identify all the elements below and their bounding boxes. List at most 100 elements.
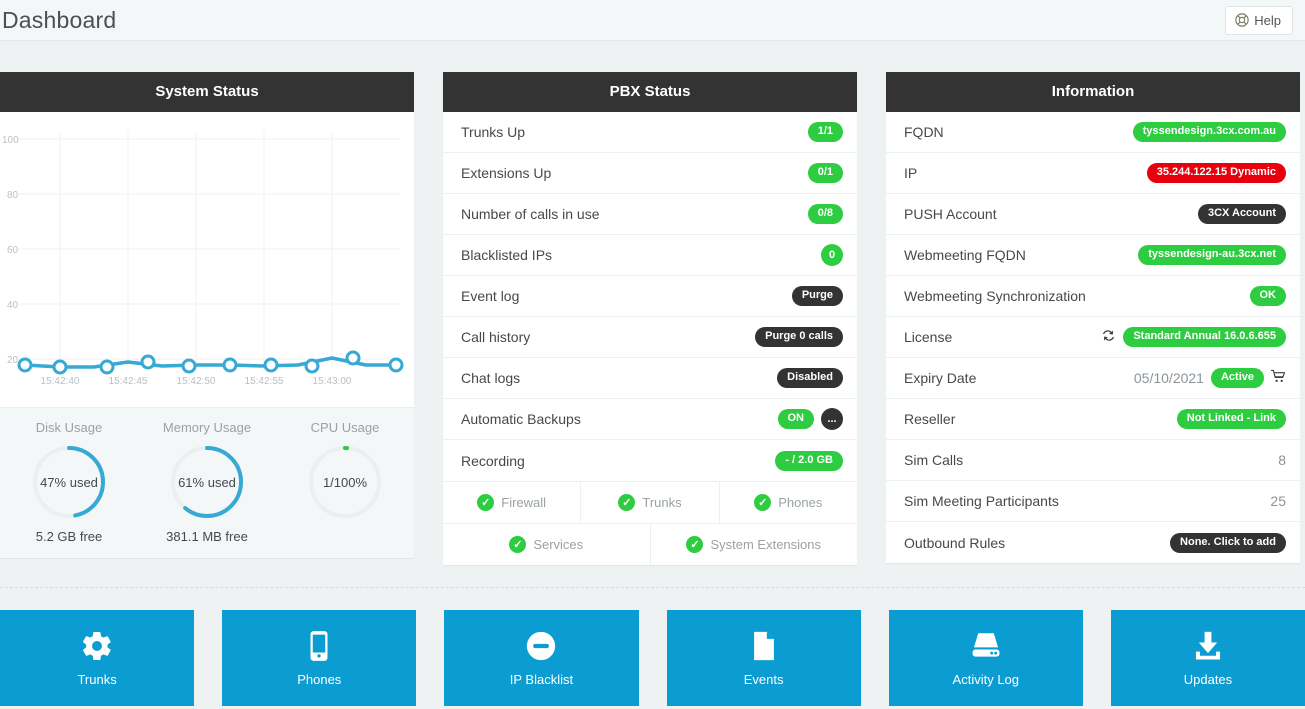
license-badge[interactable]: Standard Annual 16.0.6.655 — [1123, 327, 1286, 347]
row-value: Purge — [791, 286, 843, 306]
tile-phones[interactable]: Phones — [222, 610, 417, 706]
table-row: Webmeeting FQDN tyssendesign-au.3cx.net — [886, 235, 1300, 276]
svg-text:15:42:55: 15:42:55 — [245, 376, 284, 387]
row-label: Outbound Rules — [904, 534, 1006, 551]
push-account-badge[interactable]: 3CX Account — [1197, 204, 1286, 224]
usage-gauges: Disk Usage 47% used 5.2 GB free Memory U… — [0, 407, 414, 558]
tile-label: Trunks — [77, 672, 117, 687]
status-badge[interactable]: OK — [1249, 286, 1286, 306]
row-value: OK — [1249, 286, 1286, 306]
row-value: 35.244.122.15 Dynamic — [1146, 163, 1286, 183]
gauge-subtext: 5.2 GB free — [35, 529, 103, 544]
service-item-system-extensions[interactable]: ✓ System Extensions — [651, 524, 858, 565]
service-status-row: ✓ Services ✓ System Extensions — [443, 524, 857, 565]
system-status-chart: 100 80 60 40 20 15:42:40 15:42:45 15:42:… — [0, 112, 414, 407]
status-badge[interactable]: 0/1 — [807, 163, 843, 183]
ip-badge[interactable]: 35.244.122.15 Dynamic — [1146, 163, 1286, 183]
pbx-status-rows: Trunks Up 1/1 Extensions Up 0/1 Number o… — [443, 112, 857, 481]
svg-text:40: 40 — [7, 300, 19, 311]
expiry-date-value: 05/10/2021 — [1133, 370, 1204, 386]
status-badge[interactable]: Disabled — [777, 368, 843, 388]
table-row: Sim Calls 8 — [886, 440, 1300, 481]
row-value: - / 2.0 GB — [775, 450, 843, 471]
row-label: Trunks Up — [461, 124, 526, 140]
tile-updates[interactable]: Updates — [1110, 610, 1305, 706]
gauge-value: 47% used — [40, 474, 98, 490]
row-label: Automatic Backups — [461, 411, 581, 427]
tile-ip-blacklist[interactable]: IP Blacklist — [444, 610, 639, 706]
help-button-label: Help — [1254, 12, 1281, 28]
tile-events[interactable]: Events — [666, 610, 861, 706]
page-title: Dashboard — [2, 6, 117, 33]
status-badge[interactable]: 1/1 — [807, 122, 843, 142]
status-badge[interactable]: 0/8 — [807, 204, 843, 224]
row-label: Call history — [461, 329, 531, 345]
gauge-disk-usage: Disk Usage 47% used 5.2 GB free — [0, 420, 138, 544]
table-row: IP 35.244.122.15 Dynamic — [886, 153, 1300, 194]
service-item-firewall[interactable]: ✓ Firewall — [443, 482, 582, 523]
lifebuoy-icon — [1235, 13, 1249, 27]
information-rows: FQDN tyssendesign.3cx.com.au IP 35.244.1… — [886, 112, 1300, 563]
service-label: Trunks — [642, 495, 682, 510]
tile-activity-log[interactable]: Activity Log — [888, 610, 1083, 706]
panel-title-system-status: System Status — [0, 72, 414, 112]
service-label: Services — [533, 537, 584, 552]
table-row: Sim Meeting Participants 25 — [886, 481, 1300, 522]
gauge-title: CPU Usage — [310, 420, 380, 435]
row-label: Event log — [461, 288, 520, 304]
tile-trunks[interactable]: Trunks — [0, 610, 195, 706]
backups-toggle-badge[interactable]: ON — [777, 409, 814, 429]
row-label: Sim Meeting Participants — [904, 493, 1059, 509]
document-icon — [747, 629, 781, 663]
service-item-trunks[interactable]: ✓ Trunks — [581, 482, 720, 523]
cart-icon[interactable] — [1270, 369, 1286, 387]
table-row: Chat logs Disabled — [443, 358, 857, 399]
row-value: 05/10/2021 Active — [1134, 368, 1286, 388]
gauge-memory-usage: Memory Usage 61% used 381.1 MB free — [138, 420, 276, 544]
table-row: Reseller Not Linked - Link — [886, 399, 1300, 440]
panel-title-pbx-status: PBX Status — [443, 72, 857, 112]
panels-container: System Status 100 80 60 40 20 15:42:40 1… — [0, 41, 1305, 565]
gauge-cpu-usage: CPU Usage 1/100% — [276, 420, 414, 544]
reseller-link-badge[interactable]: Not Linked - Link — [1176, 409, 1286, 429]
status-badge[interactable]: - / 2.0 GB — [775, 450, 843, 471]
webmeeting-fqdn-badge[interactable]: tyssendesign-au.3cx.net — [1138, 245, 1286, 265]
check-circle-icon: ✓ — [618, 494, 636, 511]
row-label: Number of calls in use — [461, 206, 600, 222]
mobile-phone-icon — [302, 629, 336, 663]
status-badge[interactable]: Active — [1210, 368, 1264, 388]
row-label: Expiry Date — [904, 370, 977, 386]
gauge-ring: 1/100% — [306, 443, 384, 521]
table-row: Blacklisted IPs 0 — [443, 235, 857, 276]
service-label: System Extensions — [710, 537, 822, 552]
sim-meeting-participants-value: 25 — [1270, 493, 1286, 509]
refresh-icon[interactable] — [1101, 328, 1116, 346]
download-icon — [1191, 629, 1225, 663]
service-status-grid: ✓ Firewall ✓ Trunks ✓ Phones ✓ Services — [443, 481, 857, 565]
table-row: Number of calls in use 0/8 — [443, 194, 857, 235]
backups-more-button[interactable]: ... — [821, 408, 843, 430]
chart-svg: 100 80 60 40 20 15:42:40 15:42:45 15:42:… — [2, 132, 404, 387]
help-button[interactable]: Help — [1225, 5, 1293, 35]
gauge-title: Memory Usage — [162, 420, 252, 435]
svg-text:60: 60 — [7, 245, 19, 256]
row-label: Blacklisted IPs — [461, 247, 553, 263]
purge-event-log-button[interactable]: Purge — [791, 286, 843, 306]
fqdn-badge[interactable]: tyssendesign.3cx.com.au — [1132, 122, 1286, 142]
tile-label: Updates — [1183, 672, 1233, 687]
service-item-services[interactable]: ✓ Services — [443, 524, 651, 565]
status-badge[interactable]: 0 — [821, 244, 843, 266]
sim-calls-value: 8 — [1278, 452, 1286, 468]
hard-drive-icon — [969, 629, 1003, 663]
service-label: Firewall — [501, 495, 547, 510]
quick-links-tiles: Trunks Phones IP Blacklist Events Activi… — [0, 588, 1305, 706]
row-value: Not Linked - Link — [1176, 409, 1286, 429]
table-row: Outbound Rules None. Click to add — [886, 522, 1300, 563]
table-row: Expiry Date 05/10/2021 Active — [886, 358, 1300, 399]
panel-information: Information FQDN tyssendesign.3cx.com.au… — [886, 72, 1300, 563]
outbound-rules-add-button[interactable]: None. Click to add — [1170, 532, 1286, 553]
purge-call-history-button[interactable]: Purge 0 calls — [755, 327, 843, 347]
row-label: FQDN — [904, 124, 944, 140]
table-row: PUSH Account 3CX Account — [886, 194, 1300, 235]
service-item-phones[interactable]: ✓ Phones — [720, 482, 857, 523]
